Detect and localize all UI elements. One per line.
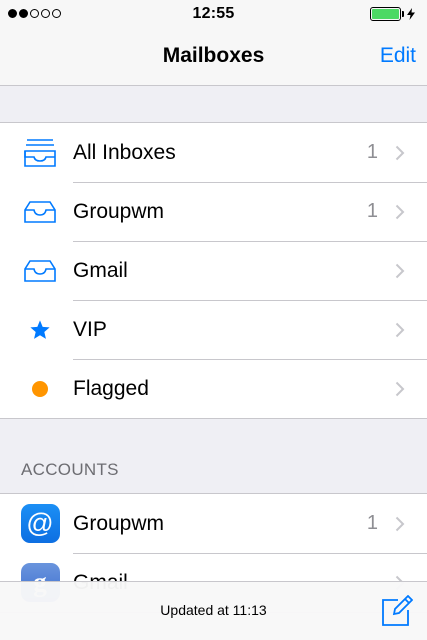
chevron-right-icon — [395, 516, 405, 531]
tray-stack-icon — [20, 133, 60, 173]
chevron-right-icon — [395, 145, 405, 160]
status-bar: 12:55 — [0, 0, 427, 30]
status-time: 12:55 — [192, 5, 235, 22]
chevron-right-icon — [395, 381, 405, 396]
unread-count: 1 — [366, 141, 378, 163]
star-icon — [20, 310, 60, 350]
mailbox-label: Groupwm — [73, 199, 165, 223]
at-sign-app-icon: @ — [20, 504, 60, 544]
bottom-toolbar: Updated at 11:13 — [0, 581, 427, 640]
tray-icon — [20, 251, 60, 291]
mailbox-label: Gmail — [73, 258, 128, 282]
compose-icon[interactable] — [381, 595, 413, 627]
mailbox-label: VIP — [73, 317, 107, 341]
unread-count: 1 — [366, 512, 378, 534]
at-sign-glyph: @ — [20, 504, 60, 543]
edit-button[interactable]: Edit — [380, 44, 416, 68]
mailbox-row-flagged[interactable]: Flagged — [0, 359, 427, 418]
charging-bolt-icon — [407, 8, 415, 20]
accounts-section-header: ACCOUNTS — [21, 460, 119, 479]
mailbox-row-groupwm[interactable]: Groupwm 1 — [0, 182, 427, 241]
mailbox-row-all-inboxes[interactable]: All Inboxes 1 — [0, 123, 427, 182]
mailbox-row-vip[interactable]: VIP — [0, 300, 427, 359]
tray-icon — [20, 192, 60, 232]
battery-icon — [370, 7, 415, 21]
mailboxes-list: All Inboxes 1 Groupwm 1 Gmail VIP Flagge… — [0, 122, 427, 419]
navigation-bar: Mailboxes Edit — [0, 30, 427, 86]
account-label: Groupwm — [73, 511, 165, 535]
account-row-groupwm[interactable]: @ Groupwm 1 — [0, 494, 427, 553]
mailbox-label: Flagged — [73, 376, 149, 400]
mailbox-label: All Inboxes — [73, 140, 176, 164]
mailbox-row-gmail[interactable]: Gmail — [0, 241, 427, 300]
update-status-text: Updated at 11:13 — [160, 602, 267, 618]
unread-count: 1 — [366, 200, 378, 222]
orange-dot-icon — [20, 369, 60, 409]
chevron-right-icon — [395, 322, 405, 337]
page-title: Mailboxes — [162, 44, 265, 67]
chevron-right-icon — [395, 263, 405, 278]
chevron-right-icon — [395, 204, 405, 219]
